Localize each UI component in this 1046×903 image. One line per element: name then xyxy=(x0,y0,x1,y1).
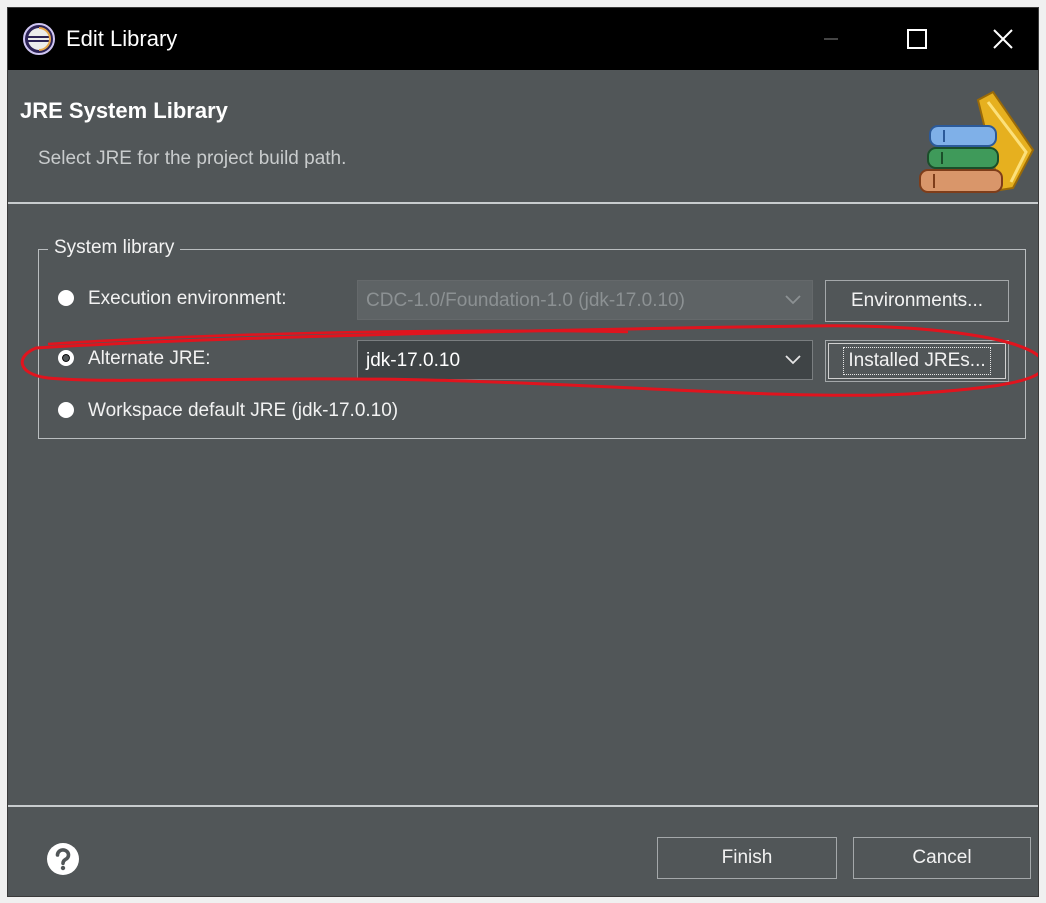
execution-environment-label[interactable]: Execution environment: xyxy=(88,288,287,310)
library-books-icon xyxy=(919,90,1035,193)
minimize-button[interactable] xyxy=(798,8,864,70)
workspace-default-radio[interactable] xyxy=(58,402,74,418)
cancel-button-label: Cancel xyxy=(912,847,972,868)
footer-separator xyxy=(8,805,1038,807)
system-library-legend: System library xyxy=(48,237,181,259)
workspace-default-label[interactable]: Workspace default JRE (jdk-17.0.10) xyxy=(88,400,398,422)
cancel-button[interactable]: Cancel xyxy=(853,837,1031,879)
wizard-header: JRE System Library Select JRE for the pr… xyxy=(8,70,1038,205)
alternate-jre-value: jdk-17.0.10 xyxy=(366,350,461,371)
minimize-icon xyxy=(824,38,838,40)
close-button[interactable] xyxy=(970,8,1036,70)
environments-button-label: Environments... xyxy=(851,290,983,311)
eclipse-app-icon xyxy=(23,23,55,55)
chevron-down-icon xyxy=(774,341,812,379)
chevron-down-icon xyxy=(774,281,812,319)
execution-environment-select[interactable]: CDC-1.0/Foundation-1.0 (jdk-17.0.10) xyxy=(357,280,813,320)
alternate-jre-radio[interactable] xyxy=(58,350,74,366)
installed-jres-button[interactable]: Installed JREs... xyxy=(825,340,1009,382)
alternate-jre-text: Alternate JRE: xyxy=(88,348,211,369)
alternate-jre-select[interactable]: jdk-17.0.10 xyxy=(357,340,813,380)
window-title: Edit Library xyxy=(66,26,178,51)
title-bar: Edit Library xyxy=(8,8,1038,70)
execution-environment-value: CDC-1.0/Foundation-1.0 (jdk-17.0.10) xyxy=(366,290,685,311)
alternate-jre-label[interactable]: Alternate JRE: xyxy=(88,348,211,370)
header-separator xyxy=(8,202,1038,204)
finish-button[interactable]: Finish xyxy=(657,837,837,879)
workspace-default-text: Workspace default JRE (jdk-17.0.10) xyxy=(88,400,399,421)
execution-environment-radio[interactable] xyxy=(58,290,74,306)
finish-button-label: Finish xyxy=(721,847,773,868)
installed-jres-button-label: Installed JREs... xyxy=(843,347,991,375)
environments-button[interactable]: Environments... xyxy=(825,280,1009,322)
execution-environment-text: Execution environment: xyxy=(88,288,287,309)
close-icon xyxy=(993,29,1013,49)
edit-library-dialog: Edit Library JRE System Library Select J… xyxy=(8,8,1038,896)
maximize-icon xyxy=(907,29,927,49)
maximize-button[interactable] xyxy=(884,8,950,70)
page-description: Select JRE for the project build path. xyxy=(38,148,347,169)
page-title: JRE System Library xyxy=(20,98,228,123)
help-icon[interactable] xyxy=(46,842,80,876)
